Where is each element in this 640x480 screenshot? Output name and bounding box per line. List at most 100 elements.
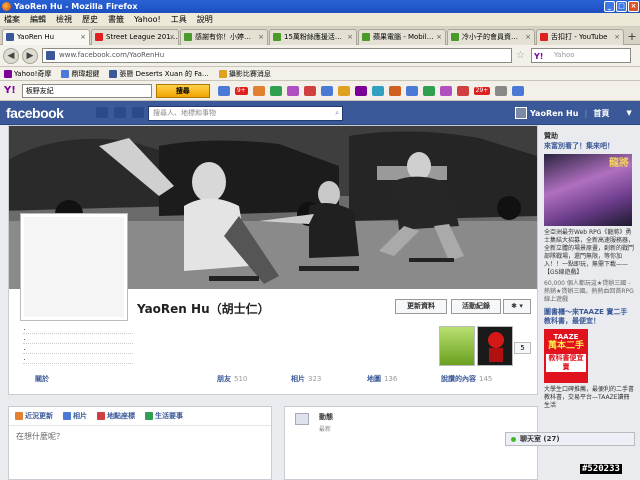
ad-image[interactable]: 龍將 (544, 154, 632, 226)
tab-close-icon[interactable]: × (258, 30, 264, 44)
update-info-button[interactable]: 更新資料 (395, 299, 447, 314)
url-bar[interactable]: www.facebook.com/YaoRenHu (42, 48, 512, 63)
bookmark-item[interactable]: 張懸 Deserts Xuan 的 Fa… (109, 69, 209, 79)
mobile-icon[interactable] (456, 85, 469, 96)
menu-edit[interactable]: 編輯 (30, 14, 46, 25)
minimize-button[interactable]: _ (604, 1, 615, 12)
toolbar-more-icon[interactable] (512, 85, 525, 96)
sponsored-header: 贊助 (544, 132, 558, 140)
game-icon[interactable] (439, 85, 452, 96)
tab-label: Street League 201… (106, 33, 178, 41)
tab-close-icon[interactable]: × (525, 30, 531, 44)
menu-history[interactable]: 歷史 (82, 14, 98, 25)
close-button[interactable]: × (628, 1, 639, 12)
maximize-button[interactable]: □ (616, 1, 627, 12)
section-about[interactable]: 關於 (35, 374, 49, 384)
photo-tab[interactable]: 相片 (63, 411, 87, 421)
weather-icon[interactable] (320, 85, 333, 96)
facebook-search-placeholder: 搜尋人、地標和事物 (153, 109, 216, 117)
nav-separator: | (584, 108, 588, 118)
apps-count-button[interactable]: 5 (514, 342, 531, 354)
browser-tab[interactable]: 感謝有你！小婷… × (180, 29, 268, 45)
taaze-headline: 萬本二手 (547, 341, 584, 351)
browser-tab[interactable]: 舌扣打 - YouTube × (536, 29, 624, 45)
home-link[interactable]: 首頁 (593, 108, 609, 119)
bookmark-item[interactable]: Yahoo!奇摩 (4, 69, 51, 79)
photo-icon[interactable] (337, 85, 350, 96)
search-icon[interactable]: ⌕ (335, 107, 339, 120)
browser-tab[interactable]: Street League 201… × (91, 29, 179, 45)
yahoo-search-input[interactable]: 板野友紀 (21, 83, 152, 98)
section-photos[interactable]: 相片 323 (291, 374, 321, 384)
browser-tab[interactable]: 蘋果電腦 - Mobil… × (358, 29, 446, 45)
user-name-link[interactable]: YaoRen Hu (530, 109, 578, 118)
settings-icon[interactable] (495, 85, 508, 96)
messages-icon[interactable] (114, 107, 126, 118)
yahoo-search-button[interactable]: 搜尋 (155, 83, 210, 98)
taaze-banner[interactable]: TAAZE 萬本二手 教科書便宜賣 (544, 329, 588, 383)
forward-button[interactable]: ▶ (22, 47, 38, 64)
activity-log-button[interactable]: 活動紀錄 (451, 299, 501, 314)
menu-help[interactable]: 說明 (197, 14, 213, 25)
section-likes[interactable]: 說讚的內容 145 (441, 374, 492, 384)
app-tile[interactable] (477, 326, 513, 366)
bookmark-favicon-icon (4, 69, 12, 78)
tab-close-icon[interactable]: × (80, 30, 86, 44)
section-friends[interactable]: 朋友 510 (217, 374, 247, 384)
status-update-tab[interactable]: 近況更新 (15, 411, 53, 421)
search-box[interactable]: Y! Yahoo (530, 48, 631, 63)
menu-tools[interactable]: 工具 (171, 14, 187, 25)
pencil-icon (15, 412, 23, 420)
activity-subtitle[interactable]: 最新 (285, 424, 537, 433)
new-tab-button[interactable]: + (625, 30, 639, 44)
menu-yahoo[interactable]: Yahoo! (134, 15, 161, 24)
facebook-search-input[interactable]: 搜尋人、地標和事物 ⌕ (148, 106, 343, 121)
status-input[interactable]: 在想什麼呢？ (13, 431, 267, 445)
account-menu-icon[interactable]: ▼ (626, 109, 631, 117)
facebook-logo[interactable]: facebook (6, 105, 64, 121)
app-tile[interactable] (439, 326, 475, 366)
bookmark-item[interactable]: 鼎瑋超鍵 (61, 69, 99, 79)
browser-tab[interactable]: YaoRen Hu × (2, 29, 90, 45)
shopping-icon[interactable] (286, 85, 299, 96)
user-avatar[interactable] (515, 107, 527, 119)
bookmark-item[interactable]: 攝影比賽消息 (218, 69, 271, 79)
ad-title[interactable]: 圖書櫃～來TAAZE 實二手教科書，最便宜！ (544, 308, 634, 326)
facebook-user-nav: YaoRen Hu | 首頁 ▼ (515, 107, 632, 119)
browser-tab[interactable]: 15萬粉絲應援活… × (269, 29, 357, 45)
map-icon[interactable] (371, 85, 384, 96)
tab-close-icon[interactable]: × (169, 30, 175, 44)
timeline-settings-button[interactable]: ✱ ▾ (503, 299, 531, 314)
activity-box: 動態 最新 (284, 406, 538, 480)
browser-tab[interactable]: 冷小子的會員資… × (447, 29, 535, 45)
back-button[interactable]: ◀ (3, 47, 19, 64)
tv-icon[interactable] (405, 85, 418, 96)
tab-label: 15萬粉絲應援活… (284, 33, 342, 41)
friend-requests-icon[interactable] (96, 107, 108, 118)
status-composer: 近況更新 相片 地點座標 生活要事 在想什麼呢？ (8, 406, 272, 480)
life-event-tab[interactable]: 生活要事 (145, 411, 183, 421)
menu-file[interactable]: 檔案 (4, 14, 20, 25)
auction-icon[interactable] (303, 85, 316, 96)
tab-close-icon[interactable]: × (436, 30, 442, 44)
bookmark-star-icon[interactable]: ☆ (516, 50, 525, 61)
ad-title[interactable]: 來富別看了！集來吧！ (544, 142, 634, 151)
section-map[interactable]: 地圖 136 (367, 374, 397, 384)
yahoo-logo[interactable]: Y! (4, 85, 16, 96)
menu-bookmarks[interactable]: 書籤 (108, 14, 124, 25)
tab-close-icon[interactable]: × (614, 30, 620, 44)
profile-picture[interactable] (21, 214, 127, 320)
bookmark-favicon-icon (61, 69, 70, 78)
finance-icon[interactable] (269, 85, 282, 96)
mail-icon[interactable] (217, 85, 230, 96)
answer-icon[interactable] (422, 85, 435, 96)
news-icon[interactable] (252, 85, 265, 96)
activity-icon (295, 413, 309, 425)
movie-icon[interactable] (388, 85, 401, 96)
blog-icon[interactable] (354, 85, 367, 96)
tab-close-icon[interactable]: × (347, 30, 353, 44)
chat-bar[interactable]: 聊天室 (27) (505, 432, 635, 446)
menu-view[interactable]: 檢視 (56, 14, 72, 25)
notifications-icon[interactable] (132, 107, 144, 118)
place-tab[interactable]: 地點座標 (97, 411, 135, 421)
